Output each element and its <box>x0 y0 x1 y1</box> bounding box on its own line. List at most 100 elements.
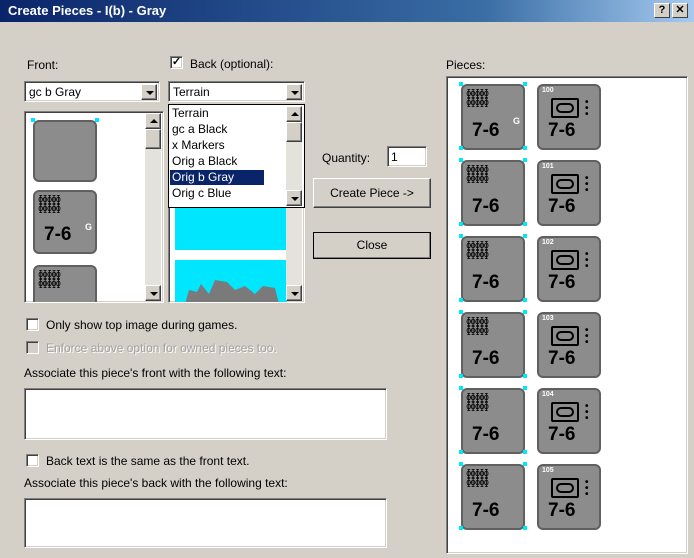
scroll-down-icon[interactable] <box>286 285 302 301</box>
corner-mark <box>459 158 463 162</box>
terrain-tile[interactable] <box>175 260 287 302</box>
back-same-label: Back text is the same as the front text. <box>46 454 250 468</box>
infantry-symbol-icon: ɸɸɸɸɸ ɸɸɸɸɸ <box>466 165 489 184</box>
dropdown-item[interactable]: Terrain <box>170 106 264 121</box>
counter-value: 7-6 <box>548 348 576 369</box>
tank-symbol-icon <box>551 402 579 422</box>
infantry-symbol-icon: ɸɸɸɸɸ ɸɸɸɸɸ <box>466 469 489 488</box>
piece-marker[interactable]: 101 • • • 7-6 <box>537 160 601 226</box>
counter-value: 7-6 <box>548 500 576 521</box>
corner-mark <box>523 310 527 314</box>
piece-marker[interactable]: 102 • • • 7-6 <box>537 236 601 302</box>
front-combo-dropdown-icon[interactable] <box>141 84 157 100</box>
corner-mark <box>523 146 527 150</box>
front-combo[interactable]: gc b Gray <box>24 81 160 102</box>
dot-stack-icon: • • • <box>585 477 589 500</box>
counter-value: 7-6 <box>548 196 576 217</box>
dropdown-item[interactable]: x Markers <box>170 138 264 153</box>
terrain-tile[interactable] <box>175 206 287 250</box>
front-image-item-blank[interactable] <box>33 120 97 182</box>
back-combo-dropdown-list[interactable]: Terrain gc a Black x Markers Orig a Blac… <box>168 104 305 208</box>
front-image-item-counter[interactable]: ɸɸɸɸɸ ɸɸɸɸɸ 7-6 G <box>33 190 97 254</box>
piece-counter[interactable]: ɸɸɸɸɸ ɸɸɸɸɸ 7-6 <box>461 236 525 302</box>
quantity-input[interactable]: 1 <box>387 146 427 167</box>
scroll-down-icon[interactable] <box>286 190 302 206</box>
corner-mark <box>523 158 527 162</box>
corner-mark <box>459 526 463 530</box>
marker-number: 104 <box>542 391 554 398</box>
infantry-symbol-icon: ɸɸɸɸɸ ɸɸɸɸɸ <box>466 241 489 260</box>
piece-counter[interactable]: ɸɸɸɸɸ ɸɸɸɸɸ 7-6 G <box>461 84 525 150</box>
back-combo[interactable]: Terrain <box>168 81 305 102</box>
counter-value: 7-6 <box>472 120 500 141</box>
dropdown-item-selected[interactable]: Orig b Gray <box>170 170 264 185</box>
create-piece-button[interactable]: Create Piece -> <box>313 178 431 208</box>
infantry-symbol-icon: ɸɸɸɸɸ ɸɸɸɸɸ <box>466 89 489 108</box>
back-text-field[interactable] <box>24 498 387 548</box>
corner-mark <box>459 386 463 390</box>
scroll-up-icon[interactable] <box>286 106 302 122</box>
corner-mark <box>459 146 463 150</box>
quantity-label: Quantity: <box>322 151 371 165</box>
front-image-item-partial[interactable]: ɸɸɸɸɸ ɸɸɸɸɸ <box>33 265 97 302</box>
window-title: Create Pieces - I(b) - Gray <box>8 3 167 18</box>
scroll-thumb[interactable] <box>286 122 302 142</box>
dropdown-scrollbar[interactable] <box>286 106 302 206</box>
piece-counter[interactable]: ɸɸɸɸɸ ɸɸɸɸɸ 7-6 <box>461 312 525 378</box>
piece-marker[interactable]: 103 • • • 7-6 <box>537 312 601 378</box>
piece-counter[interactable]: ɸɸɸɸɸ ɸɸɸɸɸ 7-6 <box>461 464 525 530</box>
quantity-value: 1 <box>391 150 398 164</box>
dropdown-item[interactable]: gc a Black <box>170 122 264 137</box>
help-button[interactable]: ? <box>654 3 670 18</box>
pieces-list[interactable]: ɸɸɸɸɸ ɸɸɸɸɸ 7-6 G 100 • • • 7-6 ɸɸɸɸɸ ɸɸɸɸɸ 7-6 101 •… <box>446 76 688 554</box>
back-text-label: Associate this piece's back with the fol… <box>24 476 288 490</box>
back-combo-dropdown-icon[interactable] <box>286 84 302 100</box>
dot-stack-icon: • • • <box>585 173 589 196</box>
counter-value: 7-6 <box>472 196 500 217</box>
title-bar[interactable]: Create Pieces - I(b) - Gray ? ✕ <box>0 0 694 22</box>
corner-mark <box>523 462 527 466</box>
back-same-checkbox[interactable] <box>26 454 39 467</box>
front-text-field[interactable] <box>24 388 387 440</box>
corner-mark <box>523 450 527 454</box>
piece-counter[interactable]: ɸɸɸɸɸ ɸɸɸɸɸ 7-6 <box>461 160 525 226</box>
close-button[interactable]: Close <box>313 232 431 259</box>
front-image-list[interactable]: ɸɸɸɸɸ ɸɸɸɸɸ 7-6 G ɸɸɸɸɸ ɸɸɸɸɸ <box>24 111 164 303</box>
corner-mark <box>459 298 463 302</box>
front-combo-value: gc b Gray <box>29 85 82 99</box>
marker-number: 102 <box>542 239 554 246</box>
enforce-checkbox <box>26 341 39 354</box>
corner-mark <box>459 450 463 454</box>
piece-marker[interactable]: 104 • • • 7-6 <box>537 388 601 454</box>
close-window-button[interactable]: ✕ <box>672 3 688 18</box>
back-combo-value: Terrain <box>173 85 210 99</box>
piece-counter[interactable]: ɸɸɸɸɸ ɸɸɸɸɸ 7-6 <box>461 388 525 454</box>
scroll-down-icon[interactable] <box>145 285 161 301</box>
tank-symbol-icon <box>551 478 579 498</box>
piece-marker[interactable]: 100 • • • 7-6 <box>537 84 601 150</box>
pieces-label: Pieces: <box>446 58 486 72</box>
only-top-checkbox[interactable] <box>26 318 39 331</box>
corner-mark <box>459 222 463 226</box>
dropdown-item[interactable]: Orig c Blue <box>170 186 264 201</box>
counter-value: 7-6 <box>44 224 72 245</box>
corner-mark <box>523 234 527 238</box>
corner-mark <box>31 118 35 122</box>
corner-mark <box>459 310 463 314</box>
piece-marker[interactable]: 105 • • • 7-6 <box>537 464 601 530</box>
infantry-symbol-icon: ɸɸɸɸɸ ɸɸɸɸɸ <box>38 195 61 214</box>
infantry-symbol-icon: ɸɸɸɸɸ ɸɸɸɸɸ <box>38 270 61 289</box>
front-label: Front: <box>27 58 59 72</box>
back-optional-checkbox[interactable]: ✓ <box>170 56 183 69</box>
corner-mark <box>523 386 527 390</box>
counter-value: 7-6 <box>472 348 500 369</box>
scroll-thumb[interactable] <box>145 129 161 149</box>
marker-number: 100 <box>542 87 554 94</box>
counter-value: 7-6 <box>472 272 500 293</box>
front-list-scrollbar[interactable] <box>145 113 161 301</box>
corner-mark <box>523 374 527 378</box>
counter-superscript: G <box>513 116 521 126</box>
scroll-up-icon[interactable] <box>145 113 161 129</box>
marker-number: 103 <box>542 315 554 322</box>
dropdown-item[interactable]: Orig a Black <box>170 154 264 169</box>
